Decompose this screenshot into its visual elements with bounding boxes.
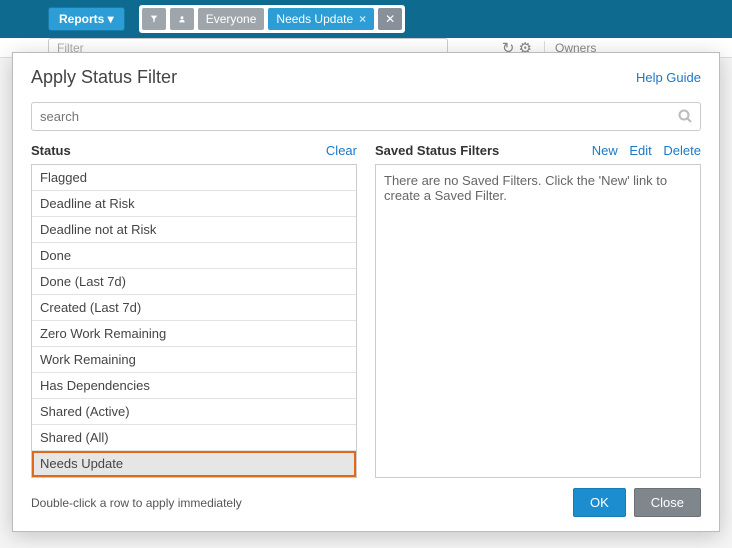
- status-row[interactable]: Deadline not at Risk: [32, 217, 356, 243]
- saved-empty-text: There are no Saved Filters. Click the 'N…: [384, 173, 667, 203]
- funnel-icon[interactable]: [142, 8, 166, 30]
- status-heading: Status: [31, 143, 71, 158]
- help-guide-link[interactable]: Help Guide: [636, 70, 701, 85]
- status-row[interactable]: Flagged: [32, 165, 356, 191]
- status-list[interactable]: On HoldFlaggedDeadline at RiskDeadline n…: [31, 164, 357, 478]
- close-button[interactable]: Close: [634, 488, 701, 517]
- saved-heading: Saved Status Filters: [375, 143, 499, 158]
- status-row[interactable]: Created (Last 7d): [32, 295, 356, 321]
- saved-column: Saved Status Filters New Edit Delete The…: [375, 143, 701, 478]
- dialog-title: Apply Status Filter: [31, 67, 177, 88]
- clear-chips-button[interactable]: ✕: [378, 8, 402, 30]
- status-row[interactable]: Done: [32, 243, 356, 269]
- status-row[interactable]: Shared (Active): [32, 399, 356, 425]
- ok-button[interactable]: OK: [573, 488, 626, 517]
- chip-everyone[interactable]: Everyone: [198, 8, 265, 30]
- status-row[interactable]: Needs Update: [32, 451, 356, 477]
- status-row[interactable]: Has Dependencies: [32, 373, 356, 399]
- status-row[interactable]: Deadline at Risk: [32, 191, 356, 217]
- new-link[interactable]: New: [592, 143, 618, 158]
- dialog-columns: Status Clear On HoldFlaggedDeadline at R…: [13, 139, 719, 478]
- search-icon[interactable]: [677, 108, 693, 129]
- saved-filters-box: There are no Saved Filters. Click the 'N…: [375, 164, 701, 478]
- status-row[interactable]: Work Remaining: [32, 347, 356, 373]
- clear-link[interactable]: Clear: [326, 143, 357, 158]
- filter-chip-group: Everyone Needs Update × ✕: [139, 5, 405, 33]
- person-icon[interactable]: [170, 8, 194, 30]
- status-filter-dialog: Apply Status Filter Help Guide Status Cl…: [12, 52, 720, 532]
- topbar: Reports ▾ Everyone Needs Update × ✕: [0, 0, 732, 38]
- dialog-footer: Double-click a row to apply immediately …: [13, 478, 719, 531]
- status-row[interactable]: Shared (All): [32, 425, 356, 451]
- delete-link[interactable]: Delete: [663, 143, 701, 158]
- status-row[interactable]: Zero Work Remaining: [32, 321, 356, 347]
- footer-hint: Double-click a row to apply immediately: [31, 496, 242, 510]
- status-row[interactable]: Done (Last 7d): [32, 269, 356, 295]
- chip-needs-update[interactable]: Needs Update ×: [268, 8, 374, 30]
- search-row: [13, 94, 719, 139]
- chip-remove-icon[interactable]: ×: [359, 12, 366, 26]
- search-input[interactable]: [31, 102, 701, 131]
- edit-link[interactable]: Edit: [629, 143, 651, 158]
- chip-needs-update-label: Needs Update: [276, 12, 353, 26]
- status-column: Status Clear On HoldFlaggedDeadline at R…: [31, 143, 357, 478]
- dialog-header: Apply Status Filter Help Guide: [13, 53, 719, 94]
- reports-button[interactable]: Reports ▾: [48, 7, 125, 31]
